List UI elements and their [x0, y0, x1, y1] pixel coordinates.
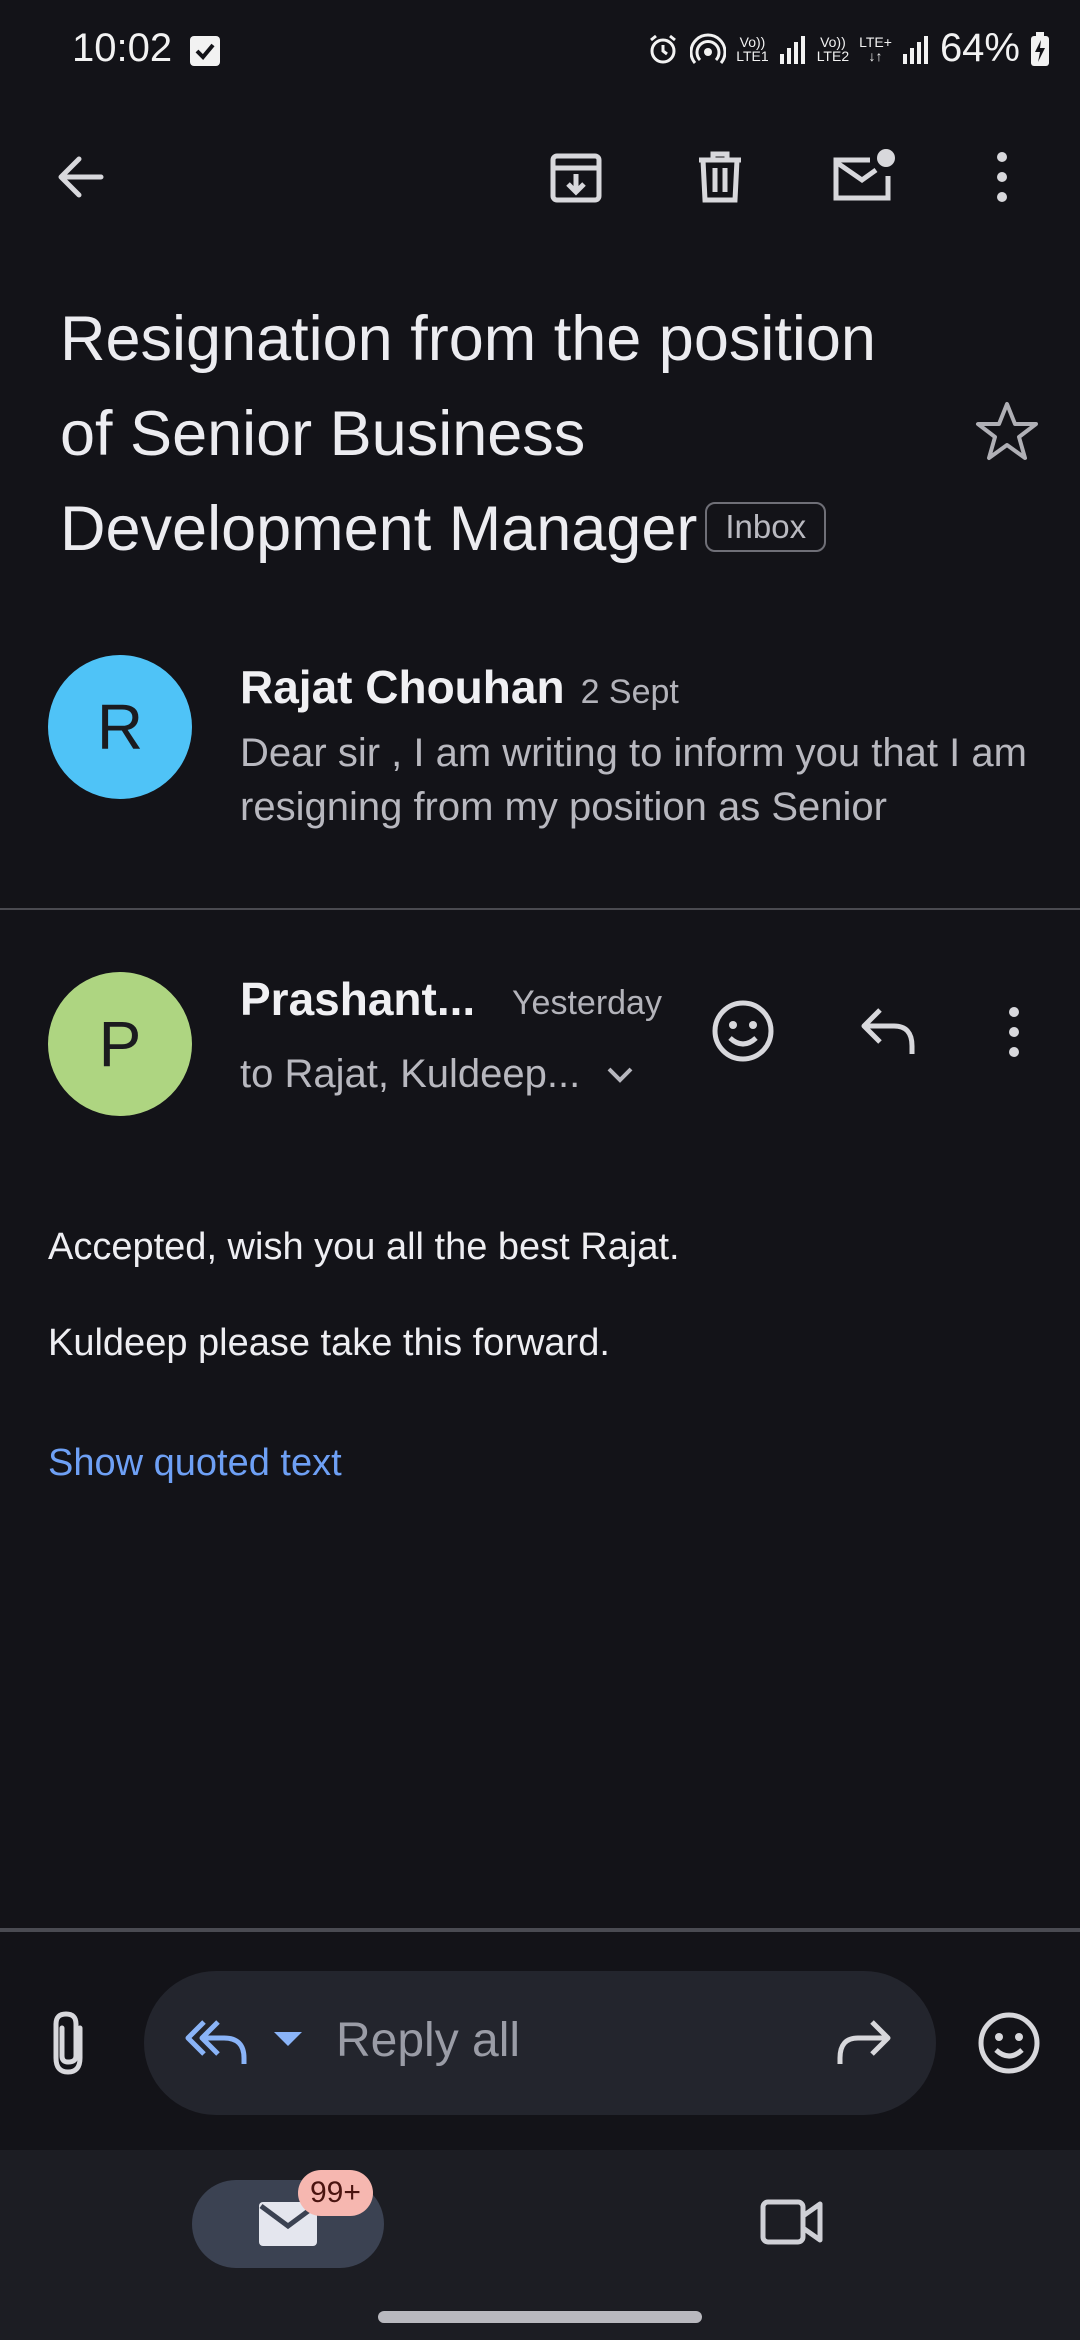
- message-date: 2 Sept: [580, 673, 679, 711]
- hotspot-icon: [690, 32, 727, 66]
- sim1-network: LTE1: [736, 47, 769, 64]
- message-date: Yesterday: [512, 984, 662, 1022]
- gesture-navigation-bar[interactable]: [378, 2311, 702, 2323]
- reply-all-icon[interactable]: [184, 2016, 250, 2068]
- sim2-label: Vo)) LTE2: [817, 35, 849, 63]
- reply-bar-divider: [0, 1928, 1080, 1932]
- avatar[interactable]: R: [48, 655, 192, 799]
- notification-check-icon: [190, 36, 220, 66]
- status-icons: Vo)) LTE1 Vo)) LTE2 LTE+ ↓↑ 64%: [646, 26, 1050, 71]
- sender-name[interactable]: Prashant...: [240, 972, 475, 1026]
- inbox-label-chip[interactable]: Inbox: [705, 502, 827, 553]
- collapsed-message[interactable]: R Rajat Chouhan 2 Sept Dear sir , I am w…: [0, 640, 1080, 910]
- add-reaction-icon[interactable]: [710, 998, 776, 1064]
- recipients-text: to Rajat, Kuldeep...: [240, 1052, 581, 1096]
- alarm-icon: [646, 32, 680, 66]
- sender-name: Rajat Chouhan: [240, 661, 565, 713]
- nav-meet-tab[interactable]: [760, 2196, 824, 2248]
- message-body-line: Kuldeep please take this forward.: [48, 1322, 610, 1364]
- message-snippet: Dear sir , I am writing to inform you th…: [240, 731, 1027, 829]
- sim2-volte: Vo)): [820, 33, 846, 50]
- show-quoted-text-link[interactable]: Show quoted text: [48, 1442, 342, 1485]
- sim2-network: LTE2: [816, 47, 850, 64]
- message-body-line: Accepted, wish you all the best Rajat.: [48, 1226, 680, 1268]
- reply-type-dropdown-icon[interactable]: [272, 2030, 304, 2048]
- forward-icon[interactable]: [834, 2016, 894, 2068]
- back-arrow-icon[interactable]: [46, 142, 116, 212]
- message-divider: [0, 908, 1080, 910]
- battery-level: 64%: [939, 26, 1020, 70]
- emoji-icon[interactable]: [976, 2010, 1042, 2076]
- signal-1-icon: [779, 34, 807, 64]
- archive-icon[interactable]: [541, 142, 611, 212]
- signal-2-icon: [902, 34, 930, 64]
- status-time: 10:02: [72, 26, 173, 70]
- reply-all-composer[interactable]: [144, 1971, 936, 2115]
- video-camera-icon: [760, 2196, 824, 2248]
- recipients-toggle[interactable]: to Rajat, Kuldeep...: [240, 1052, 634, 1097]
- sim2-lte-plus: LTE+: [859, 33, 892, 50]
- sim1-volte: Vo)): [739, 33, 766, 50]
- sim2-extra: LTE+ ↓↑: [859, 35, 892, 63]
- data-arrows-icon: ↓↑: [868, 47, 883, 64]
- mark-unread-icon[interactable]: [828, 142, 898, 212]
- star-icon[interactable]: [974, 400, 1040, 462]
- reply-all-placeholder[interactable]: Reply all: [336, 2013, 520, 2068]
- reply-icon[interactable]: [858, 1004, 918, 1060]
- unread-count-badge: 99+: [298, 2170, 373, 2216]
- avatar[interactable]: P: [48, 972, 192, 1116]
- message-more-icon[interactable]: [1004, 1006, 1024, 1058]
- attach-icon[interactable]: [46, 2010, 92, 2076]
- battery-charging-icon: [1030, 31, 1050, 66]
- delete-icon[interactable]: [685, 142, 755, 212]
- sim1-label: Vo)) LTE1: [736, 35, 768, 63]
- more-vert-icon[interactable]: [967, 142, 1037, 212]
- email-subject: Resignation from the position of Senior …: [60, 292, 940, 577]
- chevron-down-icon: [606, 1066, 634, 1084]
